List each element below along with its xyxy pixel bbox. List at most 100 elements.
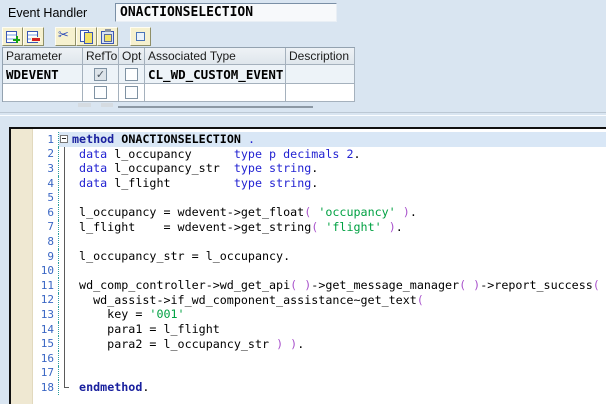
code-line[interactable]: 3 data l_occupancy_str type string. (33, 161, 606, 176)
line-number: 13 (33, 307, 59, 322)
fold-line (59, 147, 72, 162)
code-line[interactable]: 1 method ONACTIONSELECTION . (33, 132, 606, 147)
code-text: key = '001' (72, 307, 185, 321)
table-edge-line (118, 106, 313, 108)
column-header: Description (286, 48, 355, 65)
event-handler-input[interactable] (115, 3, 337, 22)
sap-event-handler-screen: Event Handler ✂ ParameterRefToOptAssocia… (0, 0, 606, 402)
delete-row-button[interactable] (23, 27, 44, 46)
delete-row-icon (26, 30, 41, 43)
section-divider (0, 112, 606, 116)
fold-line (59, 336, 72, 351)
fold-end-mark (59, 380, 72, 395)
code-line[interactable]: 5 (33, 190, 606, 205)
code-text: data l_flight type string. (72, 176, 318, 190)
associated-type-cell[interactable]: CL_WD_CUSTOM_EVENT (145, 65, 286, 84)
associated-type-cell[interactable] (145, 84, 286, 102)
code-text: wd_comp_controller->wd_get_api( )->get_m… (72, 278, 600, 292)
column-header: RefTo (83, 48, 119, 65)
line-number: 12 (33, 293, 59, 308)
fold-line (59, 161, 72, 176)
code-text: endmethod. (72, 380, 149, 394)
refto-checkbox[interactable]: ✓ (94, 68, 107, 81)
insert-row-button[interactable] (2, 27, 23, 46)
fold-line (59, 307, 72, 322)
parameter-cell[interactable] (3, 84, 83, 102)
display-block-button[interactable] (130, 27, 151, 46)
code-region[interactable]: 1method ONACTIONSELECTION .2 data l_occu… (33, 129, 606, 404)
code-line[interactable]: 14 para1 = l_flight (33, 322, 606, 337)
fold-collapse-icon[interactable] (59, 132, 72, 147)
line-number: 1 (33, 132, 59, 147)
line-number: 6 (33, 205, 59, 220)
line-number: 4 (33, 176, 59, 191)
table-row (3, 84, 355, 102)
code-line[interactable]: 11 wd_comp_controller->wd_get_api( )->ge… (33, 278, 606, 293)
fold-line (59, 293, 72, 308)
fold-line (59, 176, 72, 191)
cut-icon: ✂ (58, 30, 73, 43)
line-number: 3 (33, 161, 59, 176)
code-text: para1 = l_flight (72, 322, 220, 336)
cut-button[interactable]: ✂ (55, 27, 76, 46)
code-line[interactable]: 18 endmethod. (33, 380, 606, 395)
description-cell[interactable] (286, 84, 355, 102)
refto-checkbox[interactable]: ✓ (83, 65, 119, 84)
fold-line (59, 322, 72, 337)
fold-line (59, 351, 72, 366)
code-line[interactable]: 6 l_occupancy = wdevent->get_float( 'occ… (33, 205, 606, 220)
line-number: 14 (33, 322, 59, 337)
opt-checkbox[interactable] (119, 84, 145, 102)
abap-code-editor[interactable]: 1method ONACTIONSELECTION .2 data l_occu… (9, 127, 606, 404)
event-handler-label: Event Handler (8, 6, 87, 20)
code-text: l_occupancy = wdevent->get_float( 'occup… (72, 205, 417, 219)
line-number: 2 (33, 147, 59, 162)
code-text: method ONACTIONSELECTION . (72, 132, 255, 146)
code-line[interactable]: 7 l_flight = wdevent->get_string( 'fligh… (33, 220, 606, 235)
table-row: WDEVENT ✓ CL_WD_CUSTOM_EVENT (3, 65, 355, 84)
fold-line (59, 249, 72, 264)
fold-line (59, 234, 72, 249)
paste-button[interactable] (97, 27, 118, 46)
code-text: l_flight = wdevent->get_string( 'flight'… (72, 220, 403, 234)
table-toolbar: ✂ (2, 27, 151, 47)
code-line[interactable]: 4 data l_flight type string. (33, 176, 606, 191)
code-line[interactable]: 2 data l_occupancy type p decimals 2. (33, 147, 606, 162)
insert-row-icon (5, 30, 20, 43)
description-cell[interactable] (286, 65, 355, 84)
code-text: l_occupancy_str = l_occupancy. (72, 249, 290, 263)
code-line[interactable]: 9 l_occupancy_str = l_occupancy. (33, 249, 606, 264)
copy-button[interactable] (76, 27, 97, 46)
line-number: 11 (33, 278, 59, 293)
opt-checkbox[interactable] (125, 86, 138, 99)
fold-line (59, 263, 72, 278)
line-number: 9 (33, 249, 59, 264)
column-header: Associated Type (145, 48, 286, 65)
code-text: data l_occupancy type p decimals 2. (72, 147, 361, 161)
fold-line (59, 205, 72, 220)
line-number: 10 (33, 263, 59, 278)
code-line[interactable]: 16 (33, 351, 606, 366)
code-line[interactable]: 12 wd_assist->if_wd_component_assistance… (33, 293, 606, 308)
opt-checkbox[interactable] (119, 65, 145, 84)
code-line[interactable]: 15 para2 = l_occupancy_str ) ). (33, 336, 606, 351)
clipped-row-decoration (78, 103, 91, 107)
code-line[interactable]: 13 key = '001' (33, 307, 606, 322)
code-line[interactable]: 8 (33, 234, 606, 249)
opt-checkbox[interactable] (125, 68, 138, 81)
refto-checkbox[interactable] (94, 86, 107, 99)
code-line[interactable]: 17 (33, 366, 606, 381)
line-number: 8 (33, 234, 59, 249)
editor-margin (11, 129, 33, 404)
code-text: data l_occupancy_str type string. (72, 161, 318, 175)
parameters-table: ParameterRefToOptAssociated TypeDescript… (2, 47, 355, 102)
fold-line (59, 220, 72, 235)
refto-checkbox[interactable] (83, 84, 119, 102)
clipped-row-decoration (101, 103, 113, 107)
line-number: 5 (33, 190, 59, 205)
parameter-cell[interactable]: WDEVENT (3, 65, 83, 84)
fold-line (59, 366, 72, 381)
code-text: wd_assist->if_wd_component_assistance~ge… (72, 293, 424, 307)
line-number: 17 (33, 366, 59, 381)
code-line[interactable]: 10 (33, 263, 606, 278)
